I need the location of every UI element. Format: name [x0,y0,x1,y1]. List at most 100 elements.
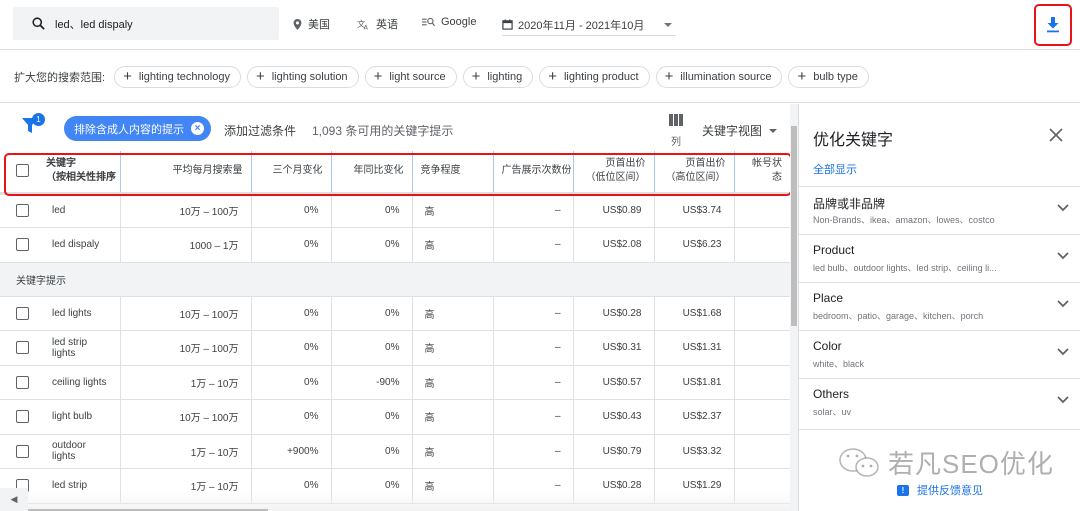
chip-label: bulb type [813,70,858,83]
refine-facet[interactable]: Others solar、uv [799,378,1080,426]
keyword-view-dropdown[interactable]: 关键字视图 [702,122,778,139]
row-checkbox[interactable] [0,227,40,263]
table-row[interactable]: led dispaly 1000 – 1万 0% 0% 高 – US$2.08 US$6.23 [0,227,790,263]
chip-label: illumination source [680,70,772,83]
table-row[interactable]: led 10万 – 100万 0% 0% 高 – US$0.89 US$3.74 [0,193,790,228]
top-bid-low-cell: US$0.89 [573,193,655,228]
three-month-change-cell: 0% [251,193,332,228]
feedback-button[interactable]: ! 提供反馈意见 [897,482,983,498]
three-month-change-cell: 0% [251,365,332,400]
broaden-chip[interactable]: + lighting product [539,65,650,88]
broaden-chip[interactable]: + lighting solution [246,65,359,88]
competition-cell: 高 [412,399,494,435]
refine-facet[interactable]: Product led bulb、outdoor lights、led strip… [799,234,1080,282]
row-checkbox[interactable] [0,399,40,435]
date-range-selector[interactable]: 2020年11月 - 2021年10月 [502,14,676,36]
broaden-search-label: 扩大您的搜索范围: [14,71,106,84]
scroll-left-button[interactable]: ◀ [0,488,28,511]
refine-facet[interactable]: Place bedroom、patio、garage、kitchen、porch [799,282,1080,330]
add-filter-button[interactable]: 添加过滤条件 [224,122,296,139]
plus-icon: + [373,68,383,85]
download-icon [1047,17,1059,33]
network-selector[interactable]: Google [422,16,476,28]
table-row[interactable]: outdoor lights 1万 – 10万 +900% 0% 高 – US$0.79 US… [0,434,790,469]
active-filter-label: 排除含成人内容的提示 [74,123,184,136]
refine-facet[interactable]: Color white、black [799,330,1080,378]
competition-cell: 高 [412,193,494,228]
three-month-change-cell: +900% [251,434,332,469]
avg-monthly-searches-cell: 10万 – 100万 [120,296,252,331]
broaden-chip[interactable]: + lighting technology [114,65,241,88]
broaden-chip[interactable]: + bulb type [788,65,869,88]
col-ad-impression-share[interactable]: 广告展示次数份 [493,151,574,193]
row-checkbox[interactable] [0,296,40,331]
chevron-down-icon[interactable] [1057,396,1069,404]
broaden-chip[interactable]: + lighting [462,65,534,88]
remove-filter-icon[interactable]: × [191,122,204,135]
keyword-cell: light bulb [40,399,121,435]
chevron-down-icon[interactable] [1057,300,1069,308]
table-row[interactable]: led strip lights 10万 – 100万 0% 0% 高 – US$0.31 U… [0,330,790,366]
row-checkbox[interactable] [0,434,40,469]
col-account-status[interactable]: 帐号状态 [734,151,790,193]
col-three-month-change[interactable]: 三个月变化 [251,151,332,193]
select-all-checkbox[interactable] [0,151,40,193]
keyword-cell: ceiling lights [40,365,121,400]
show-all-link[interactable]: 全部显示 [813,161,857,177]
active-filter-chip[interactable]: 排除含成人内容的提示 × [64,116,211,141]
avg-monthly-searches-cell: 1万 – 10万 [120,365,252,400]
search-network-icon [422,17,435,27]
yoy-change-cell: 0% [331,434,413,469]
facet-title: Product [813,243,855,257]
col-keyword[interactable]: 关键字 （按相关性排序 [40,151,121,193]
chevron-down-icon[interactable] [1057,252,1069,260]
ad-impression-share-cell: – [493,227,574,263]
chip-label: light source [389,70,446,83]
row-checkbox[interactable] [0,193,40,228]
row-checkbox[interactable] [0,365,40,400]
table-row[interactable]: ceiling lights 1万 – 10万 0% -90% 高 – US$0.57 US$… [0,365,790,400]
columns-icon [669,114,683,126]
chevron-down-icon[interactable] [1057,348,1069,356]
competition-cell: 高 [412,365,494,400]
col-avg-monthly-searches[interactable]: 平均每月搜索量 [120,151,252,193]
broaden-chip[interactable]: + light source [364,65,457,88]
plus-icon: + [255,68,265,85]
table-row[interactable]: led lights 10万 – 100万 0% 0% 高 – US$0.28 US$1.68 [0,296,790,331]
broaden-chip[interactable]: + illumination source [655,65,783,88]
top-bid-low-cell: US$0.43 [573,399,655,435]
wechat-icon [839,447,879,477]
chip-label: lighting technology [138,70,230,83]
facet-summary: led bulb、outdoor lights、led strip、ceilin… [813,263,997,273]
top-bid-high-cell: US$6.23 [654,227,735,263]
avg-monthly-searches-cell: 1000 – 1万 [120,227,252,263]
section-header-row: 关键字提示 [0,262,790,297]
yoy-change-cell: -90% [331,365,413,400]
account-status-cell [734,330,790,366]
chevron-down-icon[interactable] [1057,204,1069,212]
refine-facet[interactable]: 品牌或非品牌 Non-Brands、ikea、amazon、lowes、costc… [799,186,1080,234]
location-selector[interactable]: 美国 [293,16,330,32]
account-status-cell [734,434,790,469]
language-selector[interactable]: 文A 英语 [357,16,398,32]
col-top-bid-low[interactable]: 页首出价 （低位区间） [573,151,655,193]
col-competition[interactable]: 竞争程度 [412,151,494,193]
svg-text:A: A [364,24,369,30]
top-bid-high-cell: US$2.37 [654,399,735,435]
keyword-search-input[interactable]: led、led dispaly [13,7,279,40]
columns-button[interactable]: 列 [666,113,686,148]
table-row[interactable]: light bulb 10万 – 100万 0% 0% 高 – US$0.43 US$2.37 [0,399,790,435]
close-icon[interactable] [1049,128,1063,142]
competition-cell: 高 [412,296,494,331]
vertical-scrollbar-thumb[interactable] [791,126,797,326]
feedback-icon: ! [897,484,909,496]
top-bid-high-cell: US$1.31 [654,330,735,366]
keyword-cell: led lights [40,296,121,331]
col-top-bid-high[interactable]: 页首出价 （高位区间） [654,151,735,193]
download-button[interactable] [1034,4,1072,46]
top-bar: led、led dispaly 美国 文A 英语 Google 2020年11月… [0,0,1080,50]
row-checkbox[interactable] [0,330,40,366]
keyword-cell: led [40,193,121,228]
translate-icon: 文A [357,19,369,30]
col-yoy-change[interactable]: 年同比变化 [331,151,413,193]
